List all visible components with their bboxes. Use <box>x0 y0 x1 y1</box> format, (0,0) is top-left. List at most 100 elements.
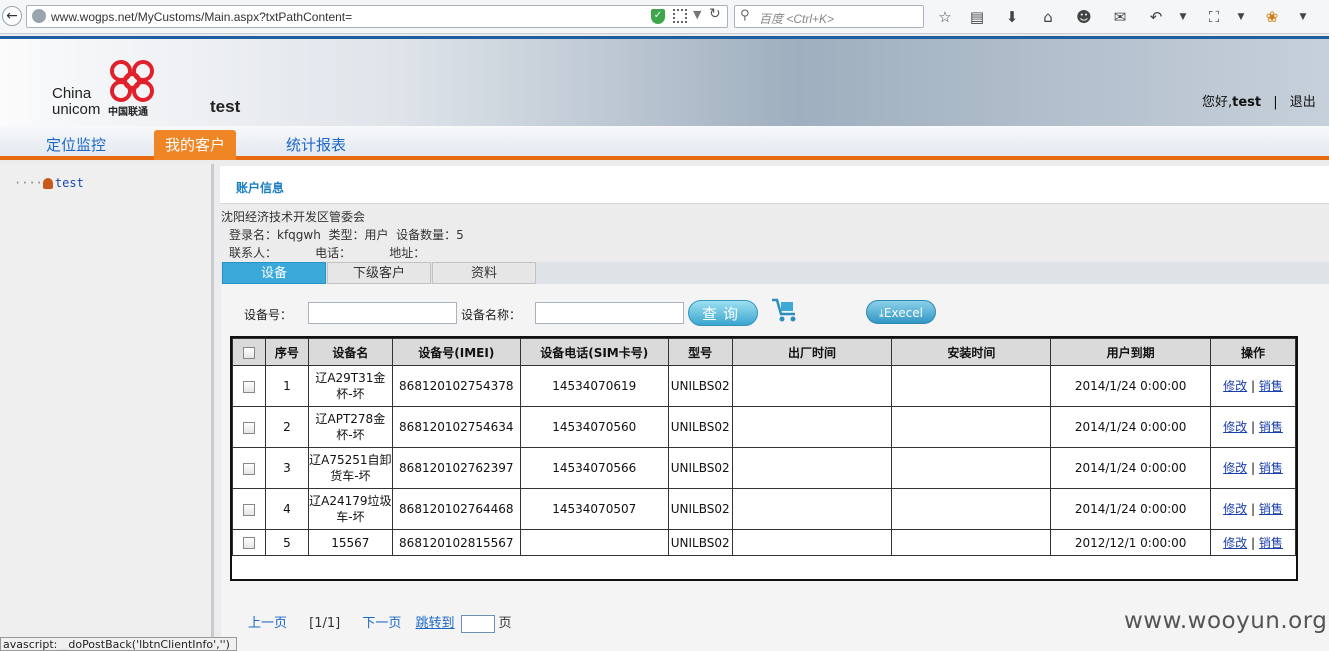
edit-link[interactable]: 修改 <box>1223 420 1247 434</box>
subtab-profile[interactable]: 资料 <box>432 262 536 284</box>
cell-expire: 2012/12/1 0:00:00 <box>1050 529 1212 556</box>
cell-model: UNILBS02 <box>667 529 733 556</box>
row-checkbox[interactable] <box>242 421 255 434</box>
nav-tab-reports[interactable]: 统计报表 <box>266 130 366 160</box>
device-no-label: 设备号： <box>244 308 293 322</box>
cell-name: 15567 <box>307 529 393 556</box>
cell-install <box>891 447 1052 489</box>
table-row: 5 15567 868120102815567 UNILBS02 2012/12/1 0… <box>232 529 1296 556</box>
row-checkbox[interactable] <box>242 462 255 475</box>
next-page-link[interactable]: 下一页 <box>362 616 401 631</box>
nav-tab-my-customers[interactable]: 我的客户 <box>154 130 236 160</box>
device-panel: 设备号： 设备名称： 查询 ⤓Execel 序号 设备名 设备号(IMEI) 设… <box>221 284 1329 651</box>
bookmark-star-icon[interactable]: ☆ <box>936 8 954 26</box>
chat-icon[interactable]: ✉ <box>1111 8 1129 26</box>
query-button[interactable]: 查询 <box>688 300 758 326</box>
crop-icon[interactable]: ⛶ <box>1205 8 1223 26</box>
sub-tab-bar: 设备 下级客户 资料 <box>221 262 1329 284</box>
cell-install <box>891 529 1052 556</box>
prev-page-link[interactable]: 上一页 <box>248 616 287 631</box>
qr-code-icon[interactable] <box>673 9 687 23</box>
address-bar[interactable]: www.wogps.net/MyCustoms/Main.aspx?txtPat… <box>26 5 728 28</box>
row-checkbox[interactable] <box>242 503 255 516</box>
download-icon[interactable]: ⬇ <box>1003 8 1021 26</box>
logo-text-china: China <box>52 85 92 102</box>
cell-imei: 868120102764468 <box>391 488 521 530</box>
nav-tab-monitor[interactable]: 定位监控 <box>26 130 126 160</box>
cell-model: UNILBS02 <box>667 365 733 407</box>
table-row: 3 辽A75251自卸货车-坏 868120102762397 14534070566… <box>232 447 1296 489</box>
row-checkbox[interactable] <box>242 380 255 393</box>
cell-imei: 868120102815567 <box>391 529 521 556</box>
cart-icon[interactable] <box>769 296 801 324</box>
device-name-input[interactable] <box>535 302 684 324</box>
cell-install <box>891 365 1052 407</box>
back-button[interactable]: ← <box>2 6 22 26</box>
select-all-checkbox[interactable] <box>242 346 255 359</box>
dropdown-arrow-icon[interactable]: ▼ <box>693 8 701 21</box>
cell-name: 辽A24179垃圾车-坏 <box>307 488 393 530</box>
tree-node-test[interactable]: ···· test <box>14 176 84 190</box>
device-no-input[interactable] <box>308 302 457 324</box>
logout-link[interactable]: 退出 <box>1290 95 1316 110</box>
organization-name: 沈阳经济技术开发区管委会 <box>221 210 366 224</box>
row-checkbox[interactable] <box>242 537 255 549</box>
account-details-line2: 联系人： 电话： 地址： <box>229 246 426 260</box>
excel-export-button[interactable]: ⤓Execel <box>866 300 936 324</box>
sell-link[interactable]: 销售 <box>1259 502 1283 516</box>
col-header-actions: 操作 <box>1210 338 1296 366</box>
cell-no: 2 <box>264 406 309 448</box>
col-header-model: 型号 <box>667 338 733 366</box>
menu-dropdown-icon[interactable]: ▼ <box>1294 8 1312 26</box>
tree-node-label[interactable]: test <box>55 176 84 190</box>
jump-to-link[interactable]: 跳转到 <box>416 616 455 631</box>
edit-link[interactable]: 修改 <box>1223 536 1247 550</box>
edit-link[interactable]: 修改 <box>1223 461 1247 475</box>
select-all-header <box>232 338 266 366</box>
cell-factory <box>731 529 893 556</box>
cell-sim: 14534070507 <box>519 488 669 530</box>
edit-link[interactable]: 修改 <box>1223 502 1247 516</box>
subtab-devices[interactable]: 设备 <box>222 262 326 284</box>
row-checkbox-cell <box>232 447 266 489</box>
shield-icon: ✓ <box>651 9 665 24</box>
cell-expire: 2014/1/24 0:00:00 <box>1050 406 1212 448</box>
emoji-icon[interactable]: ☻ <box>1075 8 1093 26</box>
cell-actions: 修改 | 销售 <box>1210 529 1296 556</box>
reload-icon[interactable]: ↻ <box>709 6 721 22</box>
action-separator: | <box>1251 461 1256 475</box>
row-checkbox-cell <box>232 406 266 448</box>
sell-link[interactable]: 销售 <box>1259 379 1283 393</box>
cell-sim: 14534070619 <box>519 365 669 407</box>
col-header-expire: 用户到期 <box>1050 338 1212 366</box>
sidebar: ···· test <box>0 164 214 651</box>
edit-link[interactable]: 修改 <box>1223 379 1247 393</box>
search-field[interactable]: ⚲ 百度 <Ctrl+K> <box>734 5 924 28</box>
user-icon <box>42 178 53 189</box>
cell-install <box>891 406 1052 448</box>
undo-dropdown-icon[interactable]: ▼ <box>1174 8 1192 26</box>
china-unicom-knot-logo <box>110 60 154 102</box>
cell-model: UNILBS02 <box>667 488 733 530</box>
cell-model: UNILBS02 <box>667 447 733 489</box>
account-info-title: 账户信息 <box>236 181 285 195</box>
subtab-sub-customers[interactable]: 下级客户 <box>327 262 431 284</box>
logo-text-cn: 中国联通 <box>108 107 148 118</box>
sell-link[interactable]: 销售 <box>1259 461 1283 475</box>
sell-link[interactable]: 销售 <box>1259 420 1283 434</box>
cell-expire: 2014/1/24 0:00:00 <box>1050 488 1212 530</box>
action-separator: | <box>1251 379 1256 393</box>
tree-connector: ···· <box>14 176 43 190</box>
crop-dropdown-icon[interactable]: ▼ <box>1232 8 1250 26</box>
undo-icon[interactable]: ↶ <box>1147 8 1165 26</box>
home-icon[interactable]: ⌂ <box>1039 8 1057 26</box>
page-number-input[interactable] <box>460 614 495 633</box>
reading-list-icon[interactable]: ▤ <box>968 8 986 26</box>
sell-link[interactable]: 销售 <box>1259 536 1283 550</box>
header-username: test <box>210 97 241 116</box>
main-nav: 定位监控 我的客户 统计报表 <box>0 126 1329 160</box>
url-text: www.wogps.net/MyCustoms/Main.aspx?txtPat… <box>51 10 353 24</box>
cell-factory <box>731 488 893 530</box>
browser-toolbar: ← www.wogps.net/MyCustoms/Main.aspx?txtP… <box>0 0 1329 34</box>
extension-icon[interactable]: ❀ <box>1263 8 1281 26</box>
